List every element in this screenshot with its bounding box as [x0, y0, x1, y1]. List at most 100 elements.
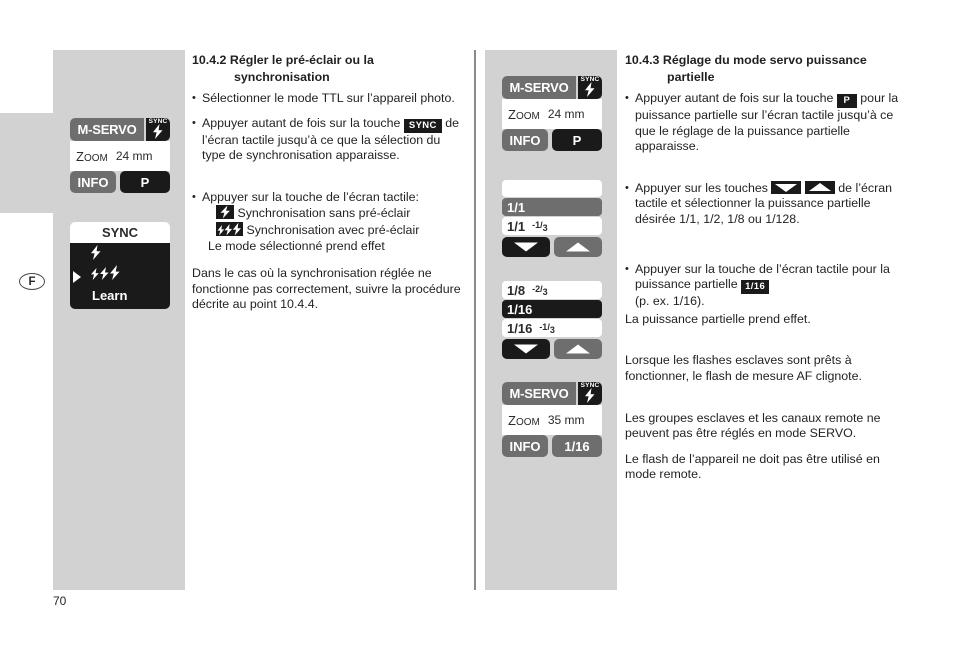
- language-tab: F: [0, 113, 53, 290]
- sync-menu-item-learn[interactable]: Learn: [70, 285, 170, 305]
- bullet-sub-with-preflash-text: Synchronisation avec pré-éclair: [246, 222, 420, 237]
- lcd-mode-bar: M-SERVO SYNC: [502, 382, 602, 405]
- p-key-icon: P: [836, 94, 857, 108]
- softkey-info[interactable]: INFO: [70, 171, 116, 193]
- zoom-label: ZOOM: [76, 148, 108, 164]
- heading-line2: synchronisation: [234, 69, 330, 84]
- sync-flash-indicator[interactable]: SYNC: [578, 382, 602, 405]
- bullet-press-arrows-lead: Appuyer sur les touches: [635, 180, 772, 195]
- bullet-press-p-key: Appuyer autant de fois sur la touche P p…: [625, 91, 903, 155]
- lcd-softkey-row: INFO P: [70, 171, 170, 193]
- stack-row-1-16-minus-third[interactable]: 1/16 -1/3: [502, 319, 602, 337]
- section-10-4-3: 10.4.3 Réglage du mode servo puissance p…: [625, 52, 903, 483]
- softkey-info[interactable]: INFO: [502, 129, 548, 151]
- stack-row-1-16-selected[interactable]: 1/16: [502, 300, 602, 318]
- section-10-4-2-heading: 10.4.2 Régler le pré-éclair ou la synchr…: [192, 52, 464, 85]
- section-10-4-2-bullets: Sélectionner le mode TTL sur l’appareil …: [192, 91, 464, 164]
- single-bolt-icon: [76, 245, 102, 265]
- lcd-zoom-row: ZOOM 24 mm: [502, 99, 602, 129]
- sync-flash-indicator[interactable]: SYNC: [578, 76, 602, 99]
- zoom-value: 24 mm: [547, 107, 585, 121]
- sync-menu-title: SYNC: [70, 222, 170, 243]
- paragraph-power-takes-effect: La puissance partielle prend effet.: [625, 311, 811, 326]
- stack-row-1-1-minus-third[interactable]: 1/1 -1/3: [502, 217, 602, 235]
- stack-row-1-1-selected[interactable]: 1/1: [502, 198, 602, 216]
- stack-row-label: 1/8: [507, 282, 526, 298]
- manual-page: F M-SERVO SYNC ZOOM 24 mm INFO P SYNC Le…: [0, 0, 954, 651]
- stack-row-fraction: -1/3: [532, 219, 548, 233]
- stack-row-label: 1/1: [507, 199, 526, 215]
- arrow-up-icon: [566, 344, 590, 354]
- arrow-down-button[interactable]: [502, 339, 550, 359]
- bullet-press-touch-text: Appuyer sur la touche de l’écran tactile…: [202, 189, 419, 204]
- bullet-press-arrows: Appuyer sur les touches de l’écran tacti…: [625, 180, 903, 228]
- lcd-mode-bar: M-SERVO SYNC: [502, 76, 602, 99]
- stack-row-1-8-minus-two-thirds[interactable]: 1/8 -2/3: [502, 281, 602, 299]
- arrow-up-icon: [566, 242, 590, 252]
- softkey-p[interactable]: P: [120, 171, 170, 193]
- section-10-4-2: 10.4.2 Régler le pré-éclair ou la synchr…: [192, 52, 464, 313]
- power-level-stack-1: 1/1 1/1 -1/3: [502, 180, 602, 257]
- lcd-zoom-row: ZOOM 24 mm: [70, 141, 170, 171]
- bullet-sub-with-preflash: Synchronisation avec pré-éclair: [202, 221, 464, 239]
- triple-bolt-icon: [76, 265, 124, 285]
- bullet-press-touch: Appuyer sur la touche de l’écran tactile…: [192, 190, 464, 254]
- bullet-press-sync: Appuyer autant de fois sur la touche SYN…: [192, 116, 464, 164]
- arrow-up-button[interactable]: [554, 339, 602, 359]
- zoom-value: 35 mm: [547, 413, 585, 427]
- stack-row-label: 1/16: [507, 301, 533, 317]
- sync-menu-item-learn-label: Learn: [92, 287, 128, 303]
- lcd-display-mid-second: M-SERVO SYNC ZOOM 35 mm INFO 1/16: [502, 382, 602, 457]
- softkey-info[interactable]: INFO: [502, 435, 548, 457]
- triple-bolt-key-icon: [216, 221, 243, 236]
- section-10-4-3-heading: 10.4.3 Réglage du mode servo puissance p…: [625, 52, 903, 85]
- bullet-press-p-key-lead: Appuyer autant de fois sur la touche: [635, 91, 837, 105]
- mode-label[interactable]: M-SERVO: [502, 76, 576, 99]
- lcd-softkey-row: INFO P: [502, 129, 602, 151]
- power-level-key-icon: 1/16: [741, 280, 770, 295]
- zoom-value: 24 mm: [115, 149, 153, 163]
- lcd-display-mid-main: M-SERVO SYNC ZOOM 24 mm INFO P: [502, 76, 602, 151]
- heading-line1: Réglage du mode servo puissance: [662, 53, 867, 67]
- sync-menu-item-single[interactable]: [70, 245, 170, 265]
- bullet-sub-without-preflash: Synchronisation sans pré-éclair: [202, 205, 464, 222]
- arrow-down-button[interactable]: [502, 237, 550, 257]
- section-10-4-3-bullets-1: Appuyer autant de fois sur la touche P p…: [625, 91, 903, 155]
- arrow-up-key-icon: [804, 180, 835, 194]
- page-number: 70: [53, 594, 67, 608]
- zoom-label: ZOOM: [508, 106, 540, 122]
- mode-label[interactable]: M-SERVO: [70, 118, 144, 141]
- bullet-press-sync-lead: Appuyer autant de fois sur la touche: [202, 115, 404, 130]
- bullet-press-power-key-rest: (p. ex. 1/16).: [635, 294, 705, 309]
- stack-row-fraction: -2/3: [532, 283, 548, 297]
- softkey-power-level[interactable]: 1/16: [552, 435, 602, 457]
- arrow-down-icon: [514, 344, 538, 354]
- softkey-p[interactable]: P: [552, 129, 602, 151]
- arrow-up-button[interactable]: [554, 237, 602, 257]
- sync-menu-item-triple[interactable]: [70, 265, 170, 285]
- closing-paragraph: Dans le cas où la synchronisation réglée…: [192, 266, 461, 312]
- lcd-mode-bar: M-SERVO SYNC: [70, 118, 170, 141]
- stack-row-blank: [502, 180, 602, 197]
- section-10-4-3-bullets-3: Appuyer sur la touche de l’écran tactile…: [625, 262, 903, 310]
- power-level-stack-2: 1/8 -2/3 1/16 1/16 -1/3: [502, 281, 602, 359]
- heading-number: 10.4.2: [192, 53, 227, 67]
- lcd-softkey-row: INFO 1/16: [502, 435, 602, 457]
- mode-label[interactable]: M-SERVO: [502, 382, 576, 405]
- heading-line1: Régler le pré-éclair ou la: [229, 53, 374, 67]
- stack-row-label: 1/16: [507, 320, 533, 336]
- bullet-sub-mode-takes-effect: Le mode sélectionné prend effet: [208, 238, 385, 253]
- sync-key-icon: SYNC: [403, 118, 442, 133]
- sync-menu: SYNC Learn: [70, 222, 170, 309]
- flash-bolt-icon: [153, 124, 163, 139]
- lcd-zoom-row: ZOOM 35 mm: [502, 405, 602, 435]
- sync-flash-indicator[interactable]: SYNC: [146, 118, 170, 141]
- zoom-label: ZOOM: [508, 412, 540, 428]
- sync-menu-body: Learn: [70, 243, 170, 309]
